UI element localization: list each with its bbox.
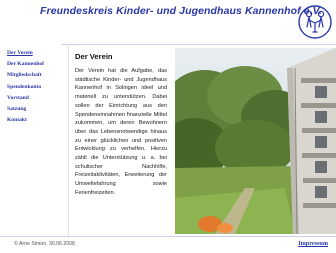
- nav-menu: Der Verein Der Kannenhof Mitgliedschaft …: [0, 44, 62, 123]
- site-header: Freundeskreis Kinder- und Jugendhaus Kan…: [0, 0, 336, 45]
- logo-icon: [298, 5, 332, 39]
- nav-item-mitgliedschaft[interactable]: Mitgliedschaft: [7, 72, 62, 78]
- nav-item-der-kannenhof[interactable]: Der Kannenhof: [7, 61, 62, 67]
- page-heading: Der Verein: [75, 52, 113, 61]
- main-content: Der Verein Der Verein hat die Aufgabe, d…: [68, 44, 169, 236]
- impressum-link[interactable]: Impressum: [298, 240, 328, 247]
- nav-item-spendenkonto[interactable]: Spendenkonto: [7, 84, 62, 90]
- sidebar: Der Verein Der Kannenhof Mitgliedschaft …: [0, 44, 62, 234]
- body-text: Der Verein hat die Aufgabe, das städtisc…: [75, 68, 167, 196]
- nav-item-vorstand[interactable]: Vorstand: [7, 95, 62, 101]
- site-title: Freundeskreis Kinder- und Jugendhaus Kan…: [40, 5, 322, 17]
- photo-credit: © Arne Simon, 30.06.2008: [14, 241, 75, 247]
- nav-item-der-verein[interactable]: Der Verein: [7, 50, 62, 56]
- site-footer: © Arne Simon, 30.06.2008 Impressum: [0, 236, 336, 253]
- nav-item-kontakt[interactable]: Kontakt: [7, 117, 62, 123]
- building-photo: [175, 48, 336, 234]
- nav-item-satzung[interactable]: Satzung: [7, 106, 62, 112]
